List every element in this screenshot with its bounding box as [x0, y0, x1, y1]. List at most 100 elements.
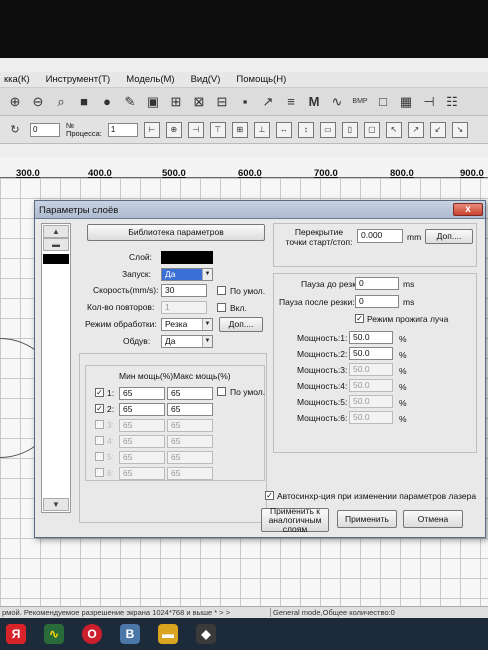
overlap-input[interactable]: 0.000 [357, 229, 403, 243]
yandex-icon[interactable]: Я [6, 624, 26, 644]
monitor-icon[interactable]: ▣ [144, 93, 162, 111]
power-max-input[interactable]: 65 [167, 419, 213, 432]
distribute-h-icon[interactable]: ↔ [275, 121, 292, 138]
menu-view[interactable]: Вид(V) [191, 74, 221, 85]
zoom-in-icon[interactable]: ⊕ [6, 93, 24, 111]
arrow-nw-icon[interactable]: ↖ [385, 121, 402, 138]
processes-input[interactable]: 1 [107, 122, 138, 137]
menu-model[interactable]: Модель(М) [126, 74, 174, 85]
table-icon[interactable]: ☷ [443, 93, 461, 111]
circle-icon[interactable]: ● [98, 93, 116, 111]
bmp-icon[interactable]: BMP [351, 93, 369, 111]
layer-color-swatch[interactable] [43, 254, 69, 264]
power-row-checkbox[interactable]: ✓ [95, 404, 104, 413]
power-max-input[interactable]: 65 [167, 435, 213, 448]
mode-select[interactable]: Резка ▼ [161, 318, 213, 331]
power-min-input[interactable]: 65 [119, 419, 165, 432]
laser-power-input[interactable]: 50.0 [349, 363, 393, 376]
scroll-down-icon[interactable]: ▼ [43, 498, 69, 511]
apply-button[interactable]: Применить [337, 510, 397, 528]
power-min-input[interactable]: 65 [119, 387, 165, 400]
pierce-checkbox[interactable]: ✓ [355, 314, 364, 323]
power-row-checkbox[interactable]: ✓ [95, 388, 104, 397]
close-button[interactable]: x [453, 203, 483, 216]
stop-icon[interactable]: ■ [75, 93, 93, 111]
param-library-button[interactable]: Библиотека параметров [87, 224, 265, 241]
align-left-icon[interactable]: ⊢ [143, 121, 160, 138]
power-row-checkbox[interactable] [95, 420, 104, 429]
pause-before-input[interactable]: 0 [355, 277, 399, 290]
power-min-input[interactable]: 65 [119, 467, 165, 480]
angle-input[interactable]: 0 [30, 122, 60, 137]
text-icon[interactable]: ≡ [282, 93, 300, 111]
menu-tools[interactable]: Инструмент(Т) [46, 74, 111, 85]
speed-input[interactable]: 30 [161, 284, 207, 297]
same-size-icon[interactable]: ▢ [363, 121, 380, 138]
opera-icon[interactable]: O [82, 624, 102, 644]
scroll-line-icon[interactable]: ▬ [43, 238, 69, 251]
tape-icon[interactable]: ▪ [236, 93, 254, 111]
cancel-button[interactable]: Отмена [403, 510, 463, 528]
start-select[interactable]: Да ▼ [161, 268, 213, 281]
power-row-checkbox[interactable] [95, 468, 104, 477]
folder-icon[interactable]: ▬ [158, 624, 178, 644]
laser-power-input[interactable]: 50.0 [349, 395, 393, 408]
arrow-sw-icon[interactable]: ↙ [429, 121, 446, 138]
power-default-checkbox[interactable] [217, 387, 226, 396]
wand-icon[interactable]: ↗ [259, 93, 277, 111]
dialog-titlebar[interactable]: Параметры слоёв x [35, 201, 485, 219]
layers-2-icon[interactable]: ⊠ [190, 93, 208, 111]
power-min-input[interactable]: 65 [119, 403, 165, 416]
laser-power-input[interactable]: 50.0 [349, 411, 393, 424]
align-center-icon[interactable]: ⊕ [165, 121, 182, 138]
laser-power-input[interactable]: 50.0 [349, 379, 393, 392]
scroll-up-icon[interactable]: ▲ [43, 225, 69, 238]
menu-help[interactable]: Помощь(Н) [236, 74, 286, 85]
menu-edit[interactable]: кка(К) [4, 74, 30, 85]
chevron-down-icon[interactable]: ▼ [202, 336, 212, 347]
layer-color-field[interactable] [161, 251, 213, 264]
mode-more-button[interactable]: Доп.... [219, 317, 263, 332]
same-height-icon[interactable]: ▯ [341, 121, 358, 138]
power-row-checkbox[interactable] [95, 452, 104, 461]
arrow-ne-icon[interactable]: ↗ [407, 121, 424, 138]
power-max-input[interactable]: 65 [167, 403, 213, 416]
m-icon[interactable]: M [305, 93, 323, 111]
align-mid-icon[interactable]: ⊞ [231, 121, 248, 138]
arrow-se-icon[interactable]: ↘ [451, 121, 468, 138]
chevron-down-icon[interactable]: ▼ [202, 319, 212, 330]
rotate-icon[interactable]: ↻ [6, 121, 24, 139]
laser-app-icon[interactable]: ◆ [196, 624, 216, 644]
layers-3-icon[interactable]: ⊟ [213, 93, 231, 111]
square-icon[interactable]: □ [374, 93, 392, 111]
power-max-input[interactable]: 65 [167, 451, 213, 464]
laser-power-input[interactable]: 50.0 [349, 347, 393, 360]
align-top-icon[interactable]: ⊤ [209, 121, 226, 138]
power-row-checkbox[interactable] [95, 436, 104, 445]
pause-after-input[interactable]: 0 [355, 295, 399, 308]
laser-power-input[interactable]: 50.0 [349, 331, 393, 344]
speed-default-checkbox[interactable] [217, 286, 226, 295]
align-bottom-icon[interactable]: ⊥ [253, 121, 270, 138]
zoom-out-icon[interactable]: ⊖ [29, 93, 47, 111]
zoom-fit-icon[interactable]: ⌕ [52, 93, 70, 111]
power-max-input[interactable]: 65 [167, 467, 213, 480]
overlap-more-button[interactable]: Доп.... [425, 229, 473, 244]
power-min-input[interactable]: 65 [119, 451, 165, 464]
repeat-input[interactable]: 1 [161, 301, 207, 314]
pen-icon[interactable]: ✎ [121, 93, 139, 111]
chevron-down-icon[interactable]: ▼ [202, 269, 212, 280]
repeat-enable-checkbox[interactable] [217, 303, 226, 312]
app-icon[interactable]: ∿ [44, 624, 64, 644]
vk-icon[interactable]: B [120, 624, 140, 644]
layers-icon[interactable]: ⊞ [167, 93, 185, 111]
wave-icon[interactable]: ∿ [328, 93, 346, 111]
power-min-input[interactable]: 65 [119, 435, 165, 448]
blow-select[interactable]: Да ▼ [161, 335, 213, 348]
layer-list[interactable]: ▲ ▬ ▼ [41, 223, 71, 513]
align-right-icon[interactable]: ⊣ [187, 121, 204, 138]
grid-icon[interactable]: ▦ [397, 93, 415, 111]
autosync-checkbox[interactable]: ✓ [265, 491, 274, 500]
same-width-icon[interactable]: ▭ [319, 121, 336, 138]
distribute-v-icon[interactable]: ↕ [297, 121, 314, 138]
